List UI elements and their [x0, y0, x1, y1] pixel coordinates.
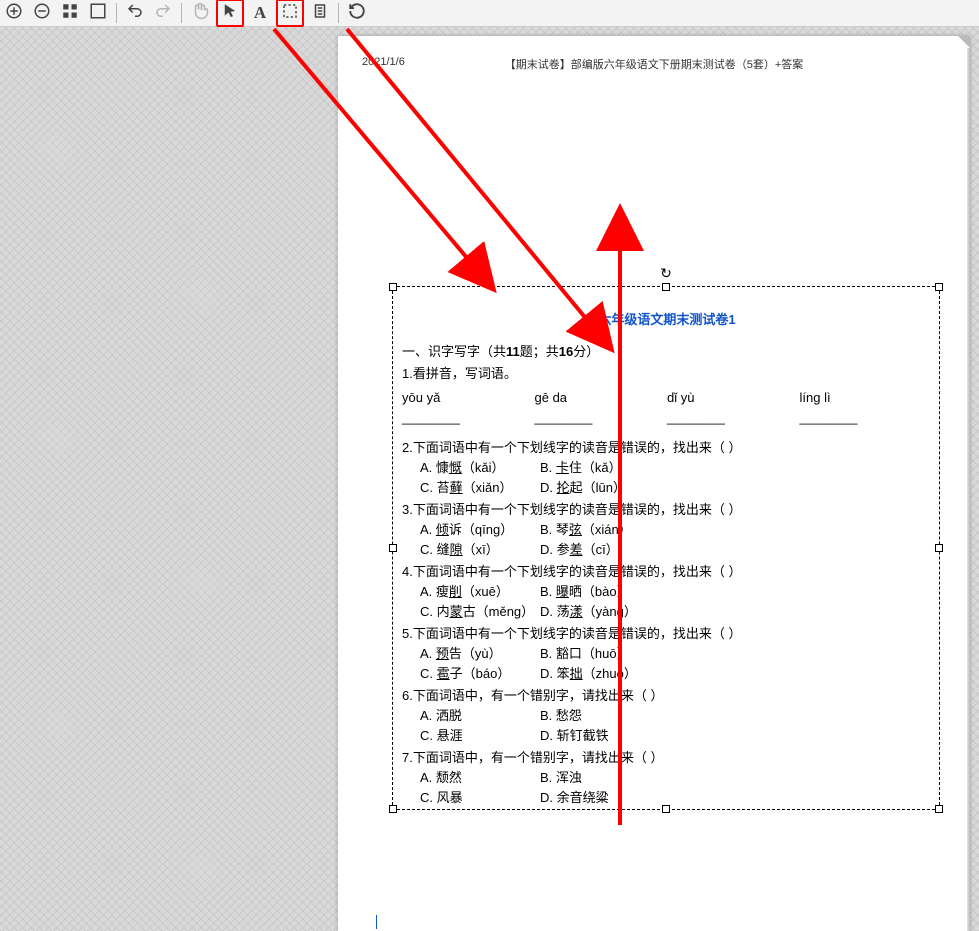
pointer-tool-button[interactable] — [216, 0, 244, 27]
page-edge-shadow — [967, 36, 970, 931]
page-fold-corner — [958, 36, 970, 48]
hand-tool-icon — [191, 2, 209, 25]
toolbar-separator — [338, 3, 339, 23]
redo-icon — [154, 2, 172, 25]
zoom-out-button[interactable] — [30, 1, 54, 25]
resize-handle-nw[interactable] — [389, 283, 397, 291]
toolbar-separator — [116, 3, 117, 23]
toolbar-separator — [181, 3, 182, 23]
undo-icon — [126, 2, 144, 25]
rotate-handle-icon[interactable]: ↻ — [658, 265, 674, 281]
zoom-in-icon — [5, 2, 23, 25]
text-tool-button[interactable]: A — [248, 1, 272, 25]
resize-handle-e[interactable] — [935, 544, 943, 552]
zoom-out-icon — [33, 2, 51, 25]
marquee-tool-button[interactable] — [276, 0, 304, 27]
marquee-select-icon — [281, 2, 299, 25]
text-caret — [376, 915, 377, 929]
resize-handle-n[interactable] — [662, 283, 670, 291]
page-header-title: 【期末试卷】部编版六年级语文下册期末测试卷（5套）+答案 — [338, 56, 970, 72]
resize-handle-ne[interactable] — [935, 283, 943, 291]
resize-handle-s[interactable] — [662, 805, 670, 813]
hand-tool-button[interactable] — [188, 1, 212, 25]
text-tool-icon: A — [254, 3, 266, 23]
toolbar: A — [0, 0, 979, 27]
refresh-button[interactable] — [345, 1, 369, 25]
thumbnails-button[interactable] — [58, 1, 82, 25]
thumbnails-icon — [61, 2, 79, 25]
refresh-icon — [348, 2, 366, 25]
clipboard-button[interactable] — [308, 1, 332, 25]
resize-handle-w[interactable] — [389, 544, 397, 552]
undo-button[interactable] — [123, 1, 147, 25]
zoom-in-button[interactable] — [2, 1, 26, 25]
redo-button[interactable] — [151, 1, 175, 25]
pointer-tool-icon — [221, 2, 239, 25]
clipboard-icon — [311, 2, 329, 25]
selection-rectangle[interactable]: ↻ — [392, 286, 940, 810]
resize-handle-se[interactable] — [935, 805, 943, 813]
resize-handle-sw[interactable] — [389, 805, 397, 813]
fit-page-icon — [89, 2, 107, 25]
fit-page-button[interactable] — [86, 1, 110, 25]
